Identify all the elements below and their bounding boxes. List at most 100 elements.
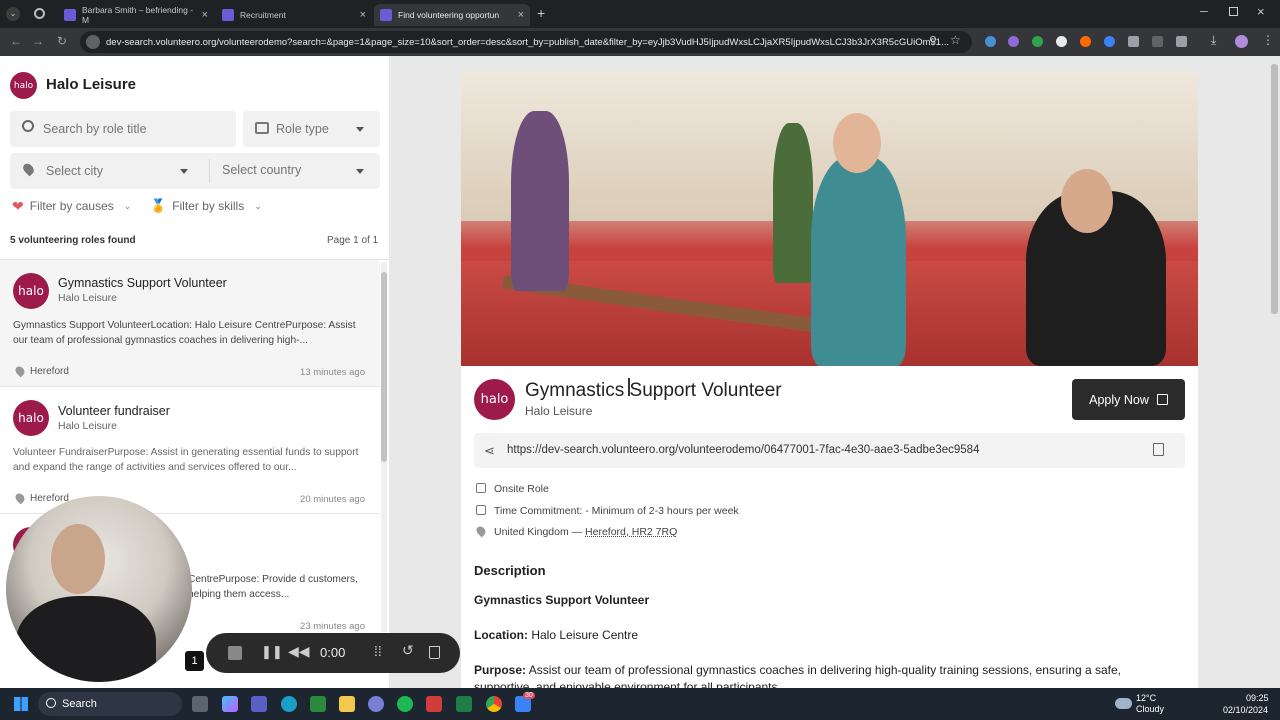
teams-icon[interactable] (251, 696, 267, 712)
extensions-puzzle-icon[interactable] (1176, 36, 1187, 47)
profile-avatar[interactable] (1235, 35, 1248, 48)
site-info-icon[interactable] (86, 35, 100, 49)
tab-find-volunteering[interactable]: Find volunteering opportun × (374, 4, 530, 26)
location-pin-icon (21, 161, 36, 177)
taskbar-search[interactable]: Search (38, 692, 182, 716)
hero-figure (811, 156, 906, 366)
minimize-button[interactable]: ─ (1200, 6, 1208, 18)
menu-kebab-icon[interactable]: ⋮ (1262, 33, 1274, 47)
role-location: United Kingdom — Hereford, HR2 7RQ (494, 526, 677, 538)
description-title: Gymnastics Support Volunteer (474, 593, 650, 607)
extension-icon[interactable] (1008, 36, 1019, 47)
snipping-icon[interactable] (426, 696, 442, 712)
windows-taskbar: Search 30 12°C Cloudy 09:25 02/10/2024 (0, 688, 1280, 720)
scrollbar-thumb[interactable] (381, 272, 387, 462)
copy-icon[interactable] (1153, 443, 1164, 456)
extension-icon[interactable] (1080, 36, 1091, 47)
notepad-icon[interactable] (339, 696, 355, 712)
windows-start-icon[interactable] (14, 697, 28, 711)
result-description: Gymnastics Support VolunteerLocation: Ha… (13, 320, 356, 346)
zoom-icon[interactable]: ⚲ (929, 34, 937, 47)
share-icon[interactable]: ⋖ (484, 443, 495, 459)
webcam-person-face (51, 524, 105, 594)
close-window-button[interactable]: × (1257, 4, 1265, 19)
extension-icon[interactable] (985, 36, 996, 47)
close-icon[interactable]: × (518, 9, 524, 21)
grid-icon[interactable]: ⁞⁞ (374, 643, 382, 659)
city-select[interactable]: Select city Select country (10, 153, 380, 189)
tab-barbara-smith[interactable]: Barbara Smith – befriending - M × (58, 4, 214, 26)
hero-face (1061, 169, 1113, 233)
tab-search-button[interactable]: ⌄ (6, 7, 20, 21)
house-icon (476, 483, 486, 493)
location-country: United Kingdom — (494, 526, 586, 538)
forward-arrow-icon[interactable]: → (30, 34, 46, 48)
reload-icon[interactable]: ↻ (54, 34, 70, 48)
address-bar[interactable]: dev-search.volunteero.org/volunteerodemo… (80, 31, 972, 53)
bookmark-star-icon[interactable]: ☆ (950, 33, 961, 47)
task-view-icon[interactable] (192, 696, 208, 712)
tab-recruitment[interactable]: Recruitment × (216, 4, 372, 26)
restart-icon[interactable]: ↺ (402, 642, 414, 659)
result-card[interactable]: halo Volunteer fundraiser Halo Leisure V… (0, 387, 380, 514)
extension-icon[interactable] (1104, 36, 1115, 47)
city-placeholder: Select city (46, 164, 103, 178)
result-posted-time: 20 minutes ago (300, 494, 365, 505)
excel-icon[interactable] (456, 696, 472, 712)
trash-icon[interactable] (429, 646, 440, 659)
back-arrow-icon[interactable]: ← (8, 34, 24, 48)
clock-time[interactable]: 09:25 (1246, 693, 1269, 703)
record-tab-icon[interactable] (34, 8, 45, 19)
rewind-icon[interactable]: ◀◀ (288, 643, 310, 660)
spotify-icon[interactable] (397, 696, 413, 712)
tab-title: Barbara Smith – befriending - M (82, 5, 194, 25)
location-value: Halo Leisure Centre (528, 628, 639, 642)
country-select[interactable]: Select country (222, 163, 372, 179)
copilot-icon[interactable] (222, 696, 238, 712)
clock-date[interactable]: 02/10/2024 (1223, 705, 1268, 715)
extension-icon[interactable] (1152, 36, 1163, 47)
hero-figure (511, 111, 569, 291)
org-logo: halo (13, 400, 49, 436)
pause-icon[interactable]: ❚❚ (261, 644, 283, 660)
edge-icon[interactable] (281, 696, 297, 712)
close-icon[interactable]: × (202, 9, 208, 21)
maximize-button[interactable] (1229, 7, 1238, 16)
filter-skills-button[interactable]: 🏅 Filter by skills ⌄ (150, 198, 262, 214)
field-divider (209, 159, 210, 183)
webcam-overlay (6, 496, 192, 682)
new-tab-button[interactable]: + (537, 5, 545, 21)
scrollbar-thumb[interactable] (1271, 64, 1278, 314)
role-type-select[interactable]: Role type (243, 111, 380, 147)
stop-button[interactable] (228, 646, 242, 660)
address-text: dev-search.volunteero.org/volunteerodemo… (106, 36, 949, 48)
chevron-down-icon (356, 127, 364, 132)
page-scrollbar[interactable] (1271, 58, 1278, 688)
role-search-input[interactable]: Search by role title (10, 111, 236, 147)
extension-icon[interactable] (1056, 36, 1067, 47)
result-card[interactable]: halo Gymnastics Support Volunteer Halo L… (0, 260, 380, 387)
filter-skills-label: Filter by skills (172, 199, 245, 213)
share-url-bar: ⋖ https://dev-search.volunteero.org/volu… (474, 433, 1185, 468)
apply-now-button[interactable]: Apply Now (1072, 379, 1185, 420)
results-scrollbar[interactable] (381, 262, 387, 632)
close-icon[interactable]: × (360, 9, 366, 21)
location-label: Location: (474, 628, 528, 642)
role-hero-image (461, 71, 1198, 366)
org-logo: halo (474, 379, 515, 420)
store-icon[interactable] (310, 696, 326, 712)
search-icon (46, 698, 56, 708)
share-url[interactable]: https://dev-search.volunteero.org/volunt… (507, 444, 979, 456)
chevron-down-icon: ⌄ (254, 200, 262, 211)
filter-causes-button[interactable]: ❤ Filter by causes ⌄ (12, 198, 131, 214)
settings-icon[interactable] (368, 696, 384, 712)
extension-icon[interactable] (1032, 36, 1043, 47)
org-logo: halo (13, 273, 49, 309)
tab-favicon-icon (64, 9, 76, 21)
chrome-icon[interactable] (486, 696, 502, 712)
tab-favicon-icon (222, 9, 234, 21)
extension-icon[interactable] (1128, 36, 1139, 47)
download-icon[interactable]: ⤓ (1211, 33, 1216, 48)
location-link[interactable]: Hereford, HR2 7RQ (585, 526, 677, 538)
location-pin-icon (474, 524, 488, 538)
